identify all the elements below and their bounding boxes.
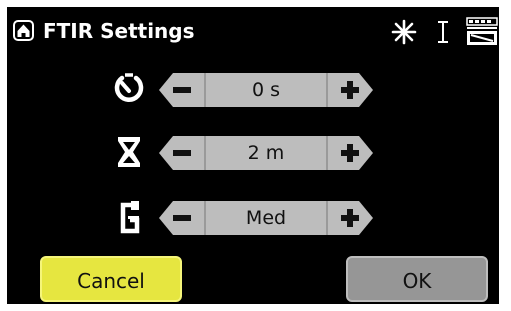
ok-button[interactable]: OK: [346, 256, 488, 302]
clamp-pressure-icon: [120, 201, 140, 234]
increment-button[interactable]: [327, 136, 373, 170]
laser-icon: [391, 19, 417, 45]
home-icon[interactable]: [13, 20, 34, 41]
duration-value: 2 m: [247, 142, 285, 164]
decrement-button[interactable]: [159, 73, 205, 107]
cancel-button[interactable]: Cancel: [40, 256, 182, 302]
pressure-value: Med: [245, 207, 287, 229]
page-title: FTIR Settings: [43, 19, 195, 43]
decrement-button[interactable]: [159, 201, 205, 235]
cursor-icon: [438, 21, 448, 43]
increment-button[interactable]: [327, 201, 373, 235]
duration-stepper: 2 m: [159, 136, 373, 170]
pressure-stepper: Med: [159, 201, 373, 235]
header-bar: FTIR Settings: [7, 7, 499, 57]
decrement-button[interactable]: [159, 136, 205, 170]
timer-icon: [114, 73, 144, 102]
delay-value: 0 s: [251, 79, 281, 101]
increment-button[interactable]: [327, 73, 373, 107]
hourglass-icon: [118, 137, 140, 167]
device-screen: FTIR Settings 0 s 2 m Med Cancel OK: [7, 7, 499, 304]
battery-icon: [466, 17, 498, 45]
delay-stepper: 0 s: [159, 73, 373, 107]
